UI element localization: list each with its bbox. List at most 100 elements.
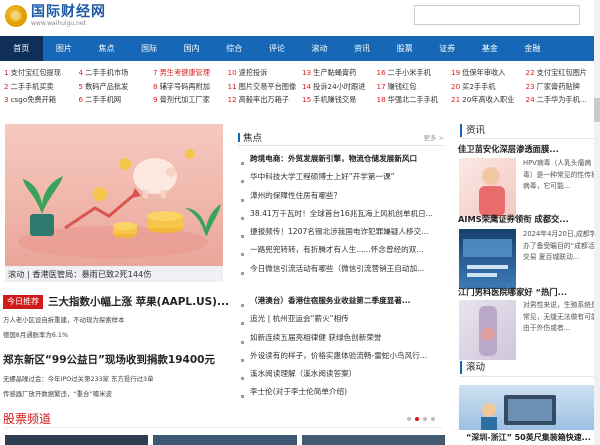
sidebar-news-title[interactable]: AIMS荣鹰证券领衔 成都交... — [458, 213, 569, 225]
headline-sub-link[interactable]: 无螺晶噪过会：今年IPO过关第233家 东方投行过3单 — [3, 374, 154, 383]
hot-links-grid: 1 支付宝红包提现 4 二手手机市场 7 男生考健康管理 10 速挖投诉 13 生产黏蝇膏… — [0, 66, 600, 112]
nav-securities[interactable]: 证券 — [426, 36, 469, 61]
nav-empty-1 — [554, 36, 597, 61]
list-item[interactable]: 外设读有的样子，价格实惠体验流畅-雷蛇小鸟风行... — [238, 351, 427, 360]
sidebar-news-desc: 2024年4月20日,成都学办了备受瞩目的“成都活交易 夏百城联动... — [523, 230, 597, 261]
list-item[interactable]: 捷报频传！1207名锡北涉我国电诈犯罪嫌疑人移交... — [238, 227, 428, 236]
thumbnail-image[interactable] — [301, 435, 445, 445]
nav-images[interactable]: 图片 — [43, 36, 86, 61]
hot-link[interactable]: 3 csgo免费开箱 — [4, 93, 79, 107]
carousel-dot[interactable] — [415, 417, 419, 421]
hot-link[interactable]: 15 手机赚钱交易 — [302, 93, 377, 107]
sidebar-news-title[interactable]: 江门男科医院哪家好 “热门... — [458, 286, 567, 298]
focus-list: 跨境电商：外贸发展新引擎，物流仓储发展新风口 华中科技大学工程硕博士上好“开学第… — [238, 150, 444, 278]
hot-link[interactable]: 19 低保年审收入 — [451, 66, 526, 80]
headline-secondary[interactable]: 郑东新区“99公益日”现场收到捐款19400元 — [3, 352, 215, 367]
page-scrollbar[interactable] — [594, 0, 600, 445]
search-input[interactable] — [415, 6, 579, 24]
list-item[interactable]: 今日微信引流活动有哪些（微信引流营销王自动加... — [238, 264, 424, 273]
hot-link[interactable]: 11 图片交易平台图像 — [228, 80, 303, 94]
list-item[interactable]: 38.41万千瓦时！全球首台16兆瓦海上风机创单机日... — [238, 209, 433, 218]
hot-link[interactable]: 10 速挖投诉 — [228, 66, 303, 80]
hot-link[interactable]: 17 赚钱红包 — [377, 80, 452, 94]
nav-focus[interactable]: 焦点 — [85, 36, 128, 61]
hot-link[interactable]: 8 辅字号码再附加 — [153, 80, 228, 94]
logo-globe-icon — [5, 5, 27, 27]
headline-main[interactable]: 三大指数小幅上涨 苹果(AAPL.US)... — [48, 294, 229, 309]
person-illustration — [479, 167, 505, 216]
hero-caption[interactable]: 滚动 | 香港医管局：暴雨已致2死144伤 — [5, 266, 223, 282]
carousel-dot[interactable] — [431, 417, 435, 421]
nav-stocks[interactable]: 股票 — [383, 36, 426, 61]
nav-finance[interactable]: 金融 — [511, 36, 554, 61]
logo-title: 国际财经网 — [31, 4, 106, 20]
carousel-dots — [407, 417, 435, 421]
headline-sub-link[interactable]: 万人老小区设自拆重建，不动现为探索样本 — [3, 315, 124, 324]
nav-news[interactable]: 资讯 — [341, 36, 384, 61]
section-title[interactable]: 股票频道 — [3, 412, 51, 426]
list-item[interactable]: 一路兜兜转转，有折腾才有人生......怀念曾经的双... — [238, 245, 424, 254]
hot-link[interactable]: 7 男生考健康管理 — [153, 66, 228, 80]
headline-sub-link[interactable]: 传感器厂放开数据繁违，“重合”噱米波 — [3, 389, 112, 398]
event-stage-illustration — [463, 239, 512, 277]
hot-link[interactable]: 22 支付宝红包图片 — [526, 66, 600, 80]
recommend-badge: 今日推荐 — [3, 295, 43, 309]
nav-domestic[interactable]: 国内 — [170, 36, 213, 61]
more-link[interactable]: 更多 > — [423, 132, 444, 142]
scrollbar-thumb[interactable] — [594, 98, 600, 122]
site-logo[interactable]: 国际财经网 www.waihuigu.net — [5, 5, 106, 27]
sidebar-news-desc: 对男性来说，生殖系统是常见，无缝无法做有可能由于外伤或者... — [523, 301, 598, 332]
nav-general[interactable]: 综合 — [213, 36, 256, 61]
list-item[interactable]: 如新连续五届亮相律健 获绿色创新荣誉 — [238, 333, 382, 342]
hot-link[interactable]: 12 高毅率出万箱子 — [228, 93, 303, 107]
hot-link[interactable]: 4 二手手机市场 — [79, 66, 154, 80]
carousel-dot[interactable] — [407, 417, 411, 421]
sidebar-news-image[interactable] — [459, 158, 516, 218]
stocks-thumbnails — [5, 435, 445, 445]
money-growth-illustration — [18, 149, 221, 258]
hot-link[interactable]: 1 支付宝红包提现 — [4, 66, 79, 80]
logo-url: www.waihuigu.net — [31, 20, 86, 27]
hot-link[interactable]: 21 20年高收入职业 — [451, 93, 526, 107]
hot-link[interactable]: 13 生产黏蝇膏药 — [302, 66, 377, 80]
nav-international[interactable]: 国际 — [128, 36, 171, 61]
sidebar-scroll-header: 滚动 — [460, 361, 600, 374]
list-item[interactable]: 追光 | 杭州亚运会“薪火”相传 — [238, 314, 349, 323]
hot-link[interactable]: 2 二手手机买卖 — [4, 80, 79, 94]
list-item[interactable]: 溪水阅读理解（溪水阅读答案） — [238, 369, 356, 378]
nav-home[interactable]: 首页 — [0, 36, 43, 61]
carousel-dot[interactable] — [423, 417, 427, 421]
list-item[interactable]: 华中科技大学工程硕博士上好“开学第一课” — [238, 172, 395, 181]
hot-link[interactable]: 24 二手华为手机... — [526, 93, 600, 107]
hot-link[interactable]: 18 华强北二手手机 — [377, 93, 452, 107]
sidebar-news-title[interactable]: 佳卫苗安化深层渗透面膜... — [458, 143, 559, 155]
sidebar-bottom-title[interactable]: “深圳-浙江” 50英尺集装箱快速... — [466, 432, 591, 443]
sidebar-bottom-image[interactable] — [459, 385, 600, 430]
sidebar-news-desc: HPV病毒（人乳头瘤病毒）是一种常见的性传播病毒，它可能... — [523, 159, 598, 190]
thumbnail-image[interactable] — [5, 435, 149, 445]
hot-link[interactable]: 5 数码产品批发 — [79, 80, 154, 94]
hot-links-row: 2 二手手机买卖 5 数码产品批发 8 辅字号码再附加 11 图片交易平台图像 14 投诉… — [0, 80, 600, 94]
list-item[interactable]: （港澳台）香港住宿服务业收益第二季度显著... — [238, 296, 411, 305]
hot-link[interactable]: 6 二手手机网 — [79, 93, 154, 107]
hot-links-row: 1 支付宝红包提现 4 二手手机市场 7 男生考健康管理 10 速挖投诉 13 生产黏蝇膏… — [0, 66, 600, 80]
hero-image[interactable] — [5, 124, 223, 266]
list-item[interactable]: 李士伦(对于李士伦简单介绍) — [238, 387, 347, 396]
list-item[interactable]: 漳州的保障性住房有哪些？ — [238, 191, 341, 200]
hot-link[interactable]: 20 买2手手机 — [451, 80, 526, 94]
headline-sub-link[interactable]: 德国8月通胀率为6.1% — [3, 330, 68, 339]
sidebar-news-image[interactable] — [459, 300, 516, 360]
nav-rolling[interactable]: 滚动 — [298, 36, 341, 61]
hot-link[interactable]: 23 厂家膏药贴牌 — [526, 80, 600, 94]
nav-comment[interactable]: 评论 — [256, 36, 299, 61]
person-illustration — [479, 306, 497, 356]
search-box[interactable] — [414, 5, 580, 25]
hot-link[interactable]: 14 投诉24小时跟进 — [302, 80, 377, 94]
hot-link[interactable]: 9 膏剂代加工厂家 — [153, 93, 228, 107]
laptop-illustration — [481, 395, 556, 430]
hot-link[interactable]: 16 二手小米手机 — [377, 66, 452, 80]
nav-funds[interactable]: 基金 — [469, 36, 512, 61]
list-item[interactable]: 跨境电商：外贸发展新引擎，物流仓储发展新风口 — [238, 154, 417, 163]
thumbnail-image[interactable] — [153, 435, 297, 445]
sidebar-news-image[interactable] — [459, 229, 516, 289]
